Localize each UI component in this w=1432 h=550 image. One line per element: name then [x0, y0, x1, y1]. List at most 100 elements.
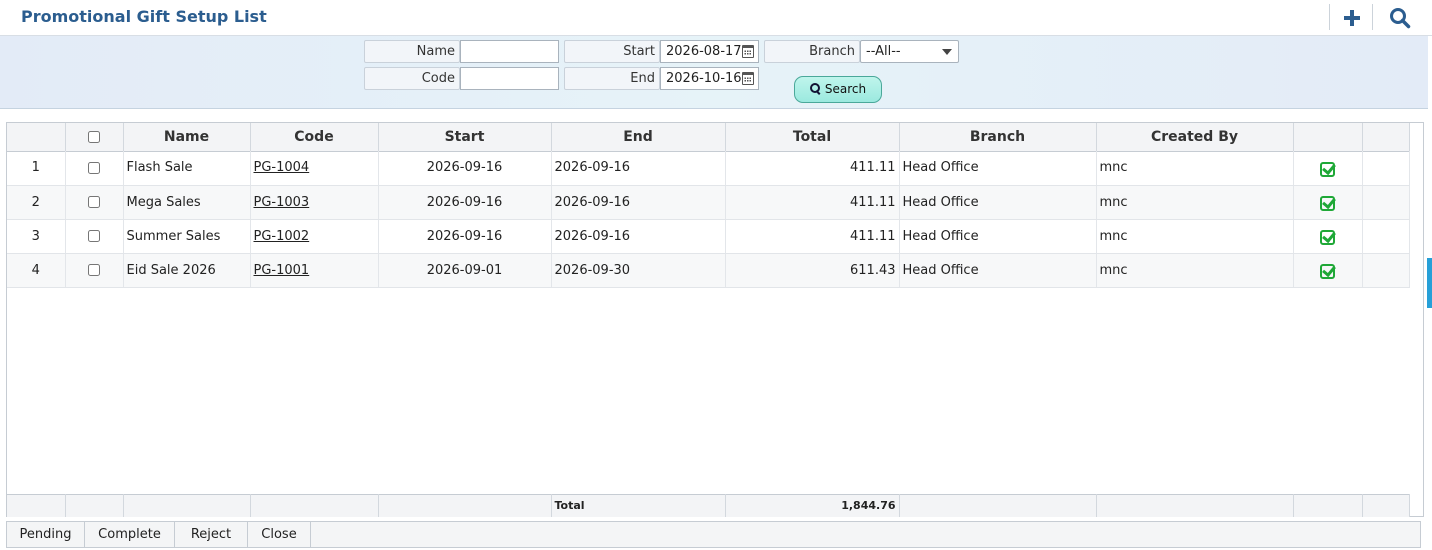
table-row[interactable]: 3 Summer Sales PG-1002 2026-09-16 2026-0… — [7, 219, 1410, 254]
cell-end: 2026-09-16 — [551, 185, 726, 220]
search-icon — [809, 83, 821, 94]
calendar-icon[interactable] — [742, 72, 754, 85]
column-header-code[interactable]: Code — [250, 123, 379, 152]
end-label: End — [564, 67, 660, 90]
select-all-checkbox[interactable] — [88, 130, 100, 143]
footer-cell — [1096, 494, 1294, 517]
column-header-end[interactable]: End — [551, 123, 726, 152]
complete-button[interactable]: Complete — [85, 522, 175, 547]
footer-cell — [899, 494, 1097, 517]
cell-extra — [1362, 253, 1410, 288]
code-link[interactable]: PG-1003 — [254, 195, 310, 210]
reject-button[interactable]: Reject — [175, 522, 248, 547]
cell-end: 2026-09-16 — [551, 219, 726, 254]
cell-start: 2026-09-01 — [378, 253, 552, 288]
column-header-branch[interactable]: Branch — [899, 123, 1097, 152]
end-date-input[interactable]: 2026-10-16 — [660, 67, 759, 90]
column-header-start[interactable]: Start — [378, 123, 552, 152]
branch-label: Branch — [764, 40, 860, 63]
page-header: Promotional Gift Setup List — [0, 0, 1432, 36]
row-number-header — [7, 123, 66, 152]
cell-branch: Head Office — [899, 253, 1097, 288]
search-button[interactable]: Search — [794, 76, 882, 103]
footer-cell — [1362, 494, 1410, 517]
name-label: Name — [364, 40, 460, 63]
row-number: 1 — [7, 151, 66, 186]
cell-status — [1293, 185, 1363, 220]
cell-total: 411.11 — [725, 185, 900, 220]
cell-created-by: mnc — [1096, 151, 1294, 186]
cell-status — [1293, 253, 1363, 288]
cell-end: 2026-09-30 — [551, 253, 726, 288]
column-header-extra — [1362, 123, 1410, 152]
chevron-down-icon — [942, 49, 952, 55]
add-button[interactable] — [1331, 4, 1371, 32]
row-checkbox[interactable] — [88, 161, 100, 174]
search-toggle-button[interactable] — [1380, 4, 1420, 32]
cell-name: Eid Sale 2026 — [123, 253, 251, 288]
start-date-input[interactable]: 2026-08-17 — [660, 40, 759, 63]
cell-created-by: mnc — [1096, 219, 1294, 254]
row-select-cell — [65, 185, 124, 220]
cell-extra — [1362, 151, 1410, 186]
scrollbar-indicator[interactable] — [1427, 258, 1432, 308]
cell-end: 2026-09-16 — [551, 151, 726, 186]
row-select-cell — [65, 151, 124, 186]
column-header-total[interactable]: Total — [725, 123, 900, 152]
footer-cell — [7, 494, 66, 517]
pending-button[interactable]: Pending — [7, 522, 85, 547]
end-date-value: 2026-10-16 — [666, 71, 742, 86]
check-icon[interactable] — [1320, 230, 1335, 245]
header-divider — [1329, 4, 1330, 30]
table-row[interactable]: 2 Mega Sales PG-1003 2026-09-16 2026-09-… — [7, 185, 1410, 220]
cell-created-by: mnc — [1096, 185, 1294, 220]
cell-status — [1293, 151, 1363, 186]
cell-extra — [1362, 185, 1410, 220]
cell-code: PG-1002 — [250, 219, 379, 254]
cell-created-by: mnc — [1096, 253, 1294, 288]
column-header-name[interactable]: Name — [123, 123, 251, 152]
branch-select[interactable]: --All-- — [860, 40, 959, 63]
check-icon[interactable] — [1320, 196, 1335, 211]
cell-branch: Head Office — [899, 151, 1097, 186]
start-label: Start — [564, 40, 660, 63]
cell-code: PG-1004 — [250, 151, 379, 186]
cell-name: Flash Sale — [123, 151, 251, 186]
footer-total-value: 1,844.76 — [725, 494, 900, 517]
code-input[interactable] — [460, 67, 559, 90]
calendar-icon[interactable] — [742, 45, 754, 58]
row-number: 4 — [7, 253, 66, 288]
code-label: Code — [364, 67, 460, 90]
footer-cell — [250, 494, 379, 517]
column-header-created-by[interactable]: Created By — [1096, 123, 1294, 152]
code-link[interactable]: PG-1004 — [254, 160, 310, 175]
start-date-value: 2026-08-17 — [666, 44, 742, 59]
close-button[interactable]: Close — [248, 522, 311, 547]
action-toolbar: Pending Complete Reject Close — [6, 521, 1421, 548]
footer-cell — [1293, 494, 1363, 517]
search-button-label: Search — [824, 82, 867, 96]
cell-start: 2026-09-16 — [378, 185, 552, 220]
check-icon[interactable] — [1320, 264, 1335, 279]
code-link[interactable]: PG-1002 — [254, 229, 310, 244]
cell-status — [1293, 219, 1363, 254]
check-icon[interactable] — [1320, 161, 1335, 177]
table-row[interactable]: 1 Flash Sale PG-1004 2026-09-16 2026-09-… — [7, 151, 1410, 186]
row-checkbox[interactable] — [88, 264, 100, 276]
row-checkbox[interactable] — [88, 230, 100, 242]
select-all-header — [65, 123, 124, 152]
footer-cell — [65, 494, 124, 517]
name-input[interactable] — [460, 40, 559, 63]
footer-cell — [378, 494, 552, 517]
footer-cell — [123, 494, 251, 517]
cell-extra — [1362, 219, 1410, 254]
row-number: 2 — [7, 185, 66, 220]
table-row[interactable]: 4 Eid Sale 2026 PG-1001 2026-09-01 2026-… — [7, 253, 1410, 288]
row-checkbox[interactable] — [88, 196, 100, 208]
grid-header: Name Code Start End Total Branch Created… — [7, 123, 1410, 152]
cell-code: PG-1003 — [250, 185, 379, 220]
code-link[interactable]: PG-1001 — [254, 263, 310, 278]
row-select-cell — [65, 219, 124, 254]
plus-icon — [1344, 10, 1360, 26]
search-icon — [1390, 8, 1411, 29]
